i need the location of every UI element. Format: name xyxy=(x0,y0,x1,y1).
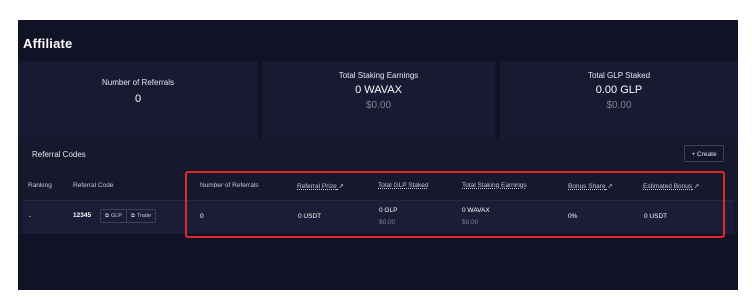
column-header-bonus-share[interactable]: Bonus Share ➚ xyxy=(568,182,613,190)
cell-referral-prize: 0 USDT xyxy=(298,213,322,220)
column-header-total-glp-staked[interactable]: Total GLP Staked xyxy=(378,182,428,189)
rocket-icon: ➚ xyxy=(338,183,344,190)
copy-trade-link-button[interactable]: ⧉ Trade xyxy=(125,210,155,222)
create-referral-code-button[interactable]: + Create xyxy=(684,145,724,162)
stat-usd-value: $0.00 xyxy=(606,100,632,111)
stat-usd-value: $0.00 xyxy=(365,100,392,111)
plus-icon: + xyxy=(691,151,696,158)
cell-total-staking-earnings-usd: $0.00 xyxy=(462,219,479,226)
stat-label: Number of Referrals xyxy=(101,78,175,87)
cell-referral-code: 12345 xyxy=(73,212,92,219)
cell-total-glp-staked: 0 GLP xyxy=(379,207,398,214)
column-header-referral-code: Referral Code xyxy=(73,182,114,189)
trade-link-label: Trade xyxy=(136,213,152,219)
cell-total-staking-earnings: 0 WAVAX xyxy=(462,207,490,214)
column-header-ranking: Ranking xyxy=(28,182,52,189)
rocket-icon: ➚ xyxy=(607,183,613,190)
copy-icon: ⧉ xyxy=(130,212,135,219)
cell-ranking: - xyxy=(29,213,32,220)
stat-label: Total Staking Earnings xyxy=(338,71,419,80)
referral-code-actions: ⧉ GLP ⧉ Trade xyxy=(100,209,157,223)
column-header-estimated-bonus[interactable]: Estimated Bonus ➚ xyxy=(643,182,699,190)
copy-icon: ⧉ xyxy=(105,212,109,219)
estimated-bonus-label: Estimated Bonus xyxy=(643,183,693,190)
stat-value: 0 WAVAX xyxy=(355,84,402,96)
cell-bonus-share: 0% xyxy=(568,213,578,220)
stat-card-number-of-referrals: Number of Referrals 0 xyxy=(18,61,258,144)
rocket-icon: ➚ xyxy=(693,183,700,190)
cell-number-of-referrals: 0 xyxy=(200,213,204,220)
bonus-share-label: Bonus Share xyxy=(568,183,606,190)
cell-total-glp-staked-usd: $0.00 xyxy=(379,219,396,226)
referral-prize-label: Referral Prize xyxy=(297,183,337,190)
stat-card-total-glp-staked: Total GLP Staked 0.00 GLP $0.00 xyxy=(500,61,738,144)
column-header-total-staking-earnings[interactable]: Total Staking Earnings xyxy=(462,182,527,189)
column-header-number-of-referrals: Number of Referrals xyxy=(200,182,259,189)
copy-glp-link-button[interactable]: ⧉ GLP xyxy=(101,210,126,222)
glp-link-label: GLP xyxy=(110,213,122,219)
cell-estimated-bonus: 0 USDT xyxy=(644,213,668,220)
stat-card-total-staking-earnings: Total Staking Earnings 0 WAVAX $0.00 xyxy=(262,61,495,144)
page-title: Affiliate xyxy=(23,36,73,51)
stat-label: Total GLP Staked xyxy=(587,71,651,80)
create-button-label: Create xyxy=(697,151,717,158)
referral-codes-title: Referral Codes xyxy=(32,150,86,159)
column-header-referral-prize[interactable]: Referral Prize ➚ xyxy=(297,182,344,190)
stat-value: 0 xyxy=(134,93,142,105)
stat-value: 0.00 GLP xyxy=(595,84,643,96)
